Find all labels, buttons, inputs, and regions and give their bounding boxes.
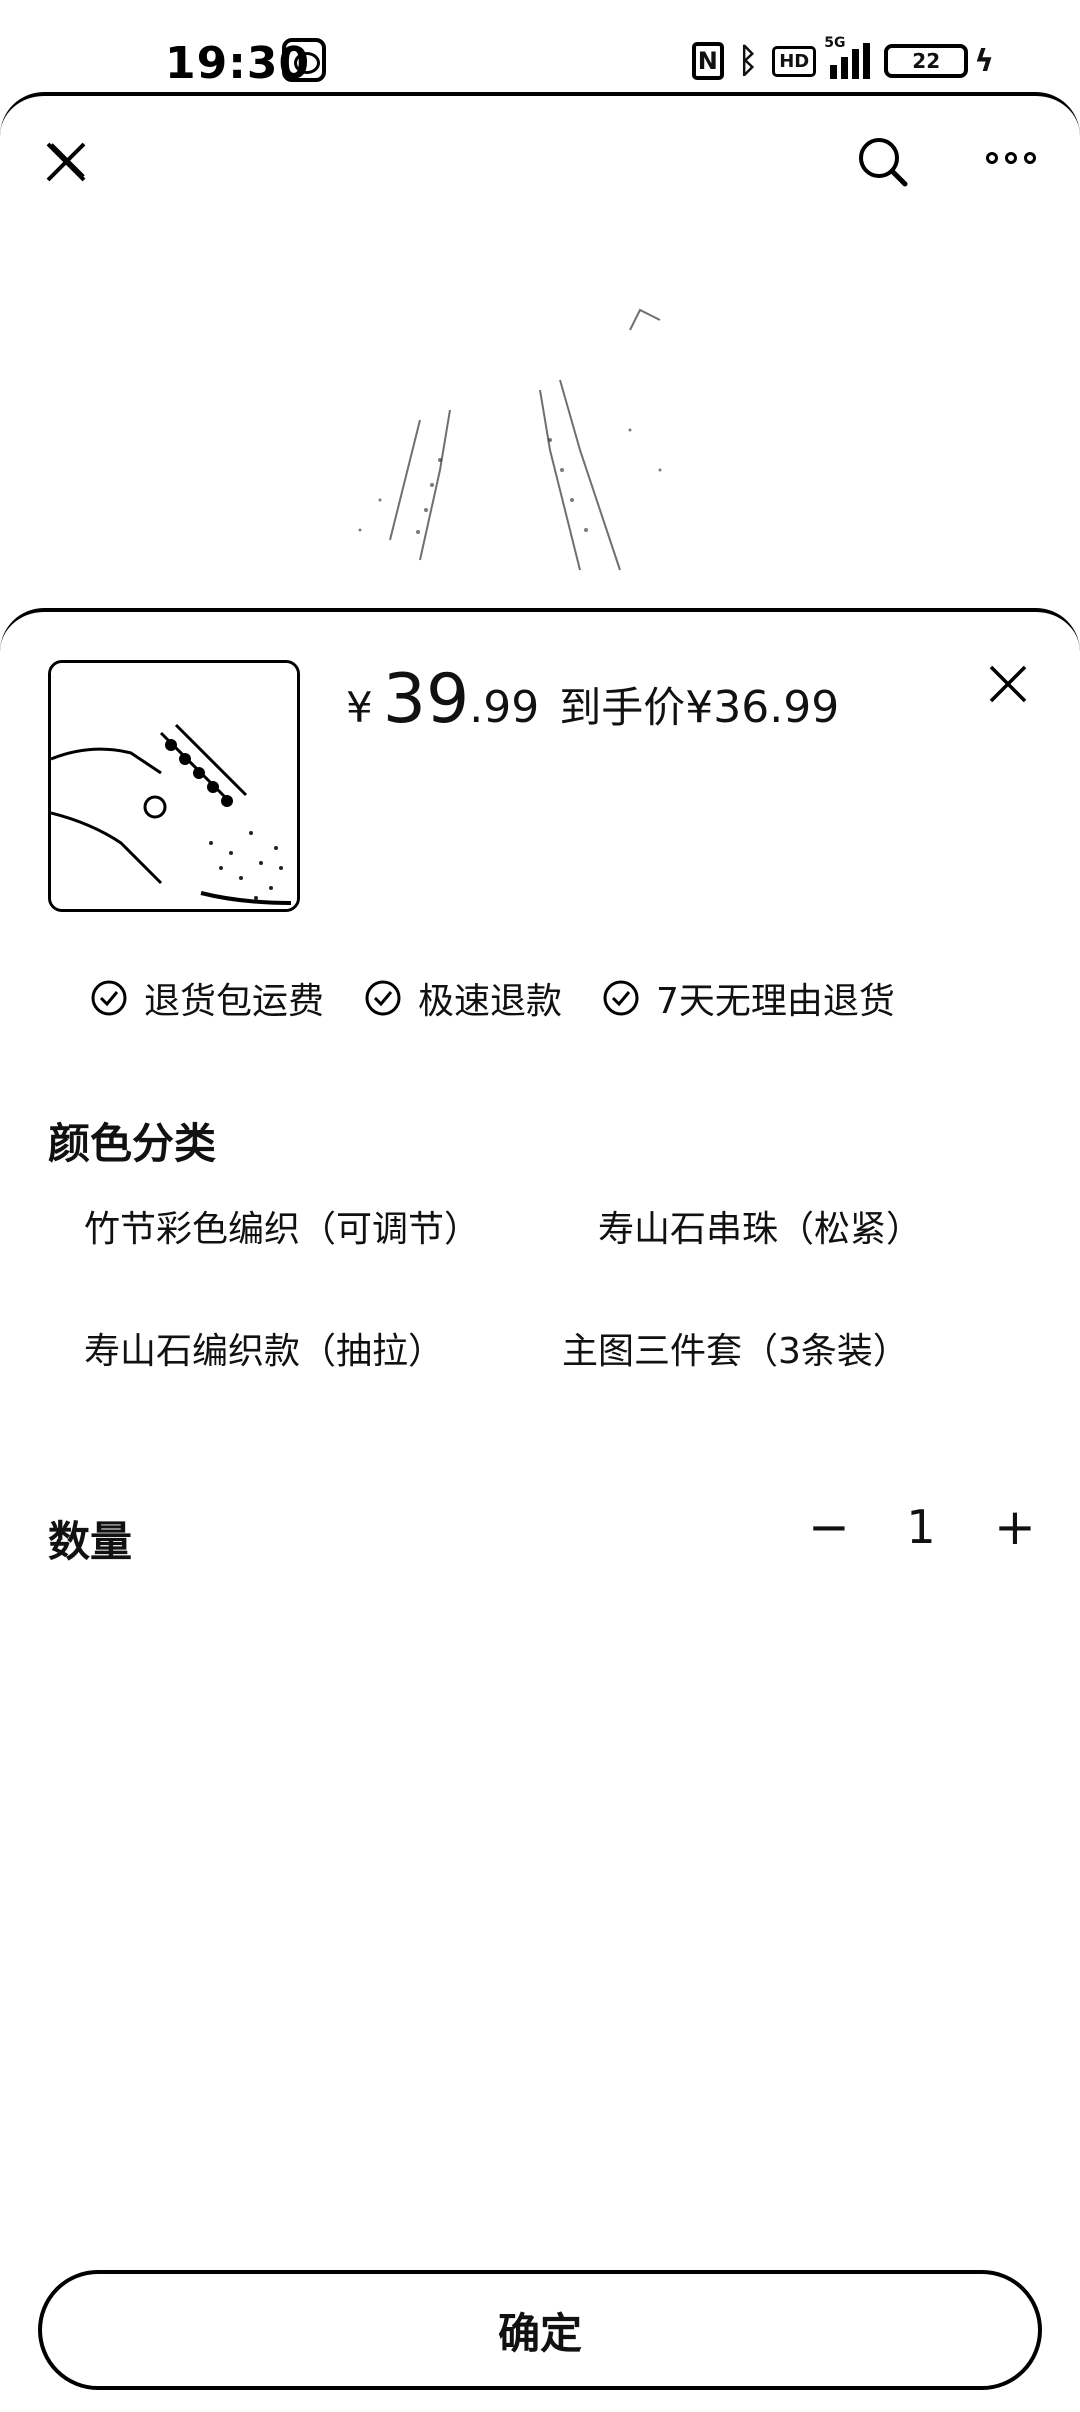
status-bar: 19:30 N ᛒ HD 5G 22 ϟ <box>0 0 1080 96</box>
weibo-icon <box>282 38 326 82</box>
check-circle-icon <box>365 980 401 1016</box>
product-background-image <box>358 308 662 571</box>
network-type: 5G <box>824 35 846 51</box>
quantity-label: 数量 <box>48 1517 133 1566</box>
option-shoushan-beads[interactable]: 寿山石串珠（松紧） <box>538 1190 1008 1262</box>
quantity-increase-button[interactable]: + <box>994 1502 1036 1552</box>
status-icons: N ᛒ HD 5G 22 ϟ <box>691 35 994 82</box>
net-price-label: 到手价 <box>559 683 686 732</box>
check-circle-icon <box>603 980 639 1016</box>
search-icon[interactable] <box>857 136 909 188</box>
guarantee-7day-return: 7天无理由退货 <box>602 972 895 1024</box>
service-guarantees: 退货包运费 极速退款 7天无理由退货 <box>90 972 895 1024</box>
signal-icon: 5G <box>824 35 871 79</box>
price-row: ¥ 39 .99 到手价 ¥36.99 <box>346 660 839 739</box>
more-icon[interactable] <box>986 152 1036 164</box>
option-three-pack[interactable]: 主图三件套（3条装） <box>538 1312 1008 1384</box>
net-price-value: ¥36.99 <box>685 682 840 733</box>
nfc-icon: N <box>691 42 724 80</box>
product-thumbnail <box>48 660 300 912</box>
battery-icon: 22 <box>884 44 969 78</box>
guarantee-label: 极速退款 <box>418 981 563 1022</box>
confirm-button[interactable]: 确定 <box>38 2270 1042 2390</box>
guarantee-fast-refund: 极速退款 <box>364 972 562 1024</box>
screen: 19:30 N ᛒ HD 5G 22 ϟ ¥ 39 .99 到手价 ¥36.99… <box>0 0 1080 2412</box>
quantity-decrease-button[interactable]: − <box>808 1502 850 1552</box>
price-integer: 39 <box>382 660 470 739</box>
price-currency: ¥ <box>346 683 373 732</box>
color-options: 竹节彩色编织（可调节） 寿山石串珠（松紧） 寿山石编织款（抽拉） 主图三件套（3… <box>48 1190 1038 1384</box>
quantity-stepper: − 1 + <box>808 1500 1036 1554</box>
quantity-value[interactable]: 1 <box>906 1500 936 1554</box>
close-icon[interactable] <box>44 140 88 184</box>
battery-level: 22 <box>912 49 941 73</box>
option-shoushan-braid[interactable]: 寿山石编织款（抽拉） <box>48 1312 518 1384</box>
color-section-title: 颜色分类 <box>48 1119 217 1168</box>
bluetooth-icon: ᛒ <box>737 41 759 81</box>
sheet-close-icon[interactable] <box>988 664 1028 704</box>
option-bamboo-braid[interactable]: 竹节彩色编织（可调节） <box>48 1190 518 1262</box>
charging-icon: ϟ <box>974 43 994 79</box>
guarantee-free-return-shipping: 退货包运费 <box>90 972 324 1024</box>
price-decimal: .99 <box>469 682 540 733</box>
check-circle-icon <box>91 980 127 1016</box>
hd-badge: HD <box>772 45 817 77</box>
guarantee-label: 7天无理由退货 <box>656 981 895 1022</box>
guarantee-label: 退货包运费 <box>144 981 325 1022</box>
